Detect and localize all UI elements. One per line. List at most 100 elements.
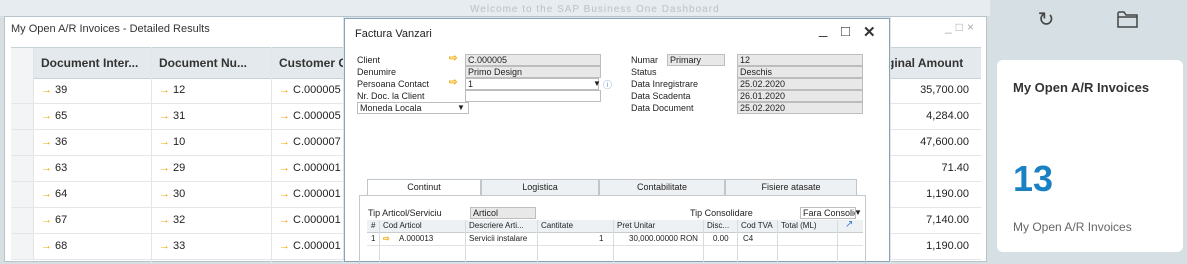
col-customer-code[interactable]: Customer C (279, 56, 347, 70)
tab-contabilitate[interactable]: Contabilitate (599, 179, 725, 195)
link-arrow-icon[interactable]: → (159, 162, 170, 174)
link-arrow-icon[interactable]: → (279, 240, 290, 252)
link-arrow-icon[interactable]: → (159, 214, 170, 226)
nr-doc-field[interactable] (465, 90, 601, 102)
chevron-down-icon[interactable]: ▼ (457, 103, 465, 112)
row-header[interactable] (11, 130, 34, 155)
tab-logistica[interactable]: Logistica (481, 179, 599, 195)
minimize-icon[interactable]: _ (945, 20, 956, 34)
chevron-down-icon[interactable]: ▼ (593, 79, 601, 88)
line-description[interactable]: Servicii instalare (469, 234, 527, 243)
link-arrow-icon[interactable]: → (159, 84, 170, 96)
chevron-down-icon[interactable]: ▼ (854, 208, 862, 217)
status-field[interactable]: Deschis (737, 66, 863, 78)
number-field[interactable]: 12 (737, 54, 863, 66)
line-unit-price[interactable]: 30,000.00000 RON (629, 234, 698, 243)
currency-select[interactable]: Moneda Locala (357, 102, 469, 114)
line-col-number[interactable]: # (371, 221, 375, 230)
cell-customer-code[interactable]: → C.000001 (279, 214, 341, 226)
link-arrow-icon[interactable]: ⇨ (383, 234, 390, 243)
maximize-icon[interactable]: □ (956, 20, 967, 34)
close-icon[interactable]: ✕ (863, 23, 876, 41)
row-header[interactable] (11, 78, 34, 103)
info-icon[interactable]: ⓘ (603, 78, 612, 91)
row-header[interactable] (11, 104, 34, 129)
cell-document-internal[interactable]: → 36 (41, 136, 67, 148)
link-arrow-icon[interactable]: → (159, 136, 170, 148)
cell-customer-code[interactable]: → C.000007 (279, 136, 341, 148)
col-document-internal[interactable]: Document Inter... (41, 56, 138, 70)
col-original-amount[interactable]: ginal Amount (887, 56, 963, 70)
link-arrow-icon[interactable]: → (41, 214, 52, 226)
kpi-card-open-ar-invoices[interactable]: My Open A/R Invoices 13 My Open A/R Invo… (997, 60, 1183, 252)
series-field[interactable]: Primary (667, 54, 725, 66)
line-col-quantity[interactable]: Cantitate (541, 221, 573, 230)
line-col-total[interactable]: Total (ML) (781, 221, 817, 230)
expand-icon[interactable]: ↗ (845, 219, 853, 230)
contact-field[interactable]: 1 (465, 78, 599, 90)
line-col-unit-price[interactable]: Pret Unitar (617, 221, 655, 230)
tax-type-select[interactable]: Fara Consolida (800, 207, 856, 219)
cell-customer-code[interactable]: → C.000001 (279, 240, 341, 252)
cell-document-number[interactable]: → 31 (159, 110, 185, 122)
link-arrow-icon[interactable]: → (279, 84, 290, 96)
link-arrow-icon[interactable]: → (41, 84, 52, 96)
link-arrow-icon[interactable]: → (279, 110, 290, 122)
link-arrow-icon[interactable]: → (41, 240, 52, 252)
cell-document-number[interactable]: → 33 (159, 240, 185, 252)
link-arrow-icon[interactable]: → (41, 136, 52, 148)
cell-document-internal[interactable]: → 63 (41, 162, 67, 174)
cell-customer-code[interactable]: → C.000001 (279, 162, 341, 174)
line-col-description[interactable]: Descriere Arti... (469, 221, 524, 230)
cell-document-number[interactable]: → 32 (159, 214, 185, 226)
due-date-field[interactable]: 26.01.2020 (737, 90, 863, 102)
refresh-icon[interactable]: ↻ (1034, 8, 1058, 32)
line-col-discount[interactable]: Disc... (707, 221, 729, 230)
row-header[interactable] (11, 156, 34, 181)
cell-customer-code[interactable]: → C.000005 (279, 84, 341, 96)
line-col-vat-code[interactable]: Cod TVA (741, 221, 773, 230)
line-quantity[interactable]: 1 (599, 234, 603, 243)
link-arrow-icon[interactable]: → (159, 240, 170, 252)
cell-document-number[interactable]: → 10 (159, 136, 185, 148)
grid-corner[interactable] (11, 48, 34, 78)
link-arrow-icon[interactable]: → (41, 162, 52, 174)
line-item-code[interactable]: A.000013 (399, 234, 433, 243)
line-col-item-code[interactable]: Cod Articol (383, 221, 422, 230)
client-field[interactable]: C.000005 (465, 54, 601, 66)
minimize-icon[interactable]: _ (819, 21, 827, 38)
link-arrow-icon[interactable]: → (279, 162, 290, 174)
item-type-field[interactable]: Articol (470, 207, 536, 219)
cell-document-number[interactable]: → 12 (159, 84, 185, 96)
tab-continut[interactable]: Continut (367, 179, 481, 196)
line-discount[interactable]: 0.00 (713, 234, 729, 243)
link-arrow-icon[interactable]: ⇨ (449, 53, 457, 64)
col-document-number[interactable]: Document Nu... (159, 56, 247, 70)
row-header[interactable] (11, 208, 34, 233)
cell-customer-code[interactable]: → C.000001 (279, 188, 341, 200)
tab-fisiere-atasate[interactable]: Fisiere atasate (725, 179, 857, 195)
cell-document-number[interactable]: → 29 (159, 162, 185, 174)
link-arrow-icon[interactable]: → (279, 214, 290, 226)
link-arrow-icon[interactable]: → (279, 188, 290, 200)
cell-document-internal[interactable]: → 67 (41, 214, 67, 226)
document-date-field[interactable]: 25.02.2020 (737, 102, 863, 114)
row-header[interactable] (11, 182, 34, 207)
row-header[interactable] (11, 234, 34, 259)
cell-document-internal[interactable]: → 68 (41, 240, 67, 252)
line-item-row[interactable]: 1 ⇨ A.000013 Servicii instalare 1 30,000… (367, 233, 863, 246)
cell-customer-code[interactable]: → C.000005 (279, 110, 341, 122)
maximize-icon[interactable]: □ (841, 23, 850, 40)
cell-document-internal[interactable]: → 39 (41, 84, 67, 96)
link-arrow-icon[interactable]: ⇨ (449, 77, 457, 88)
folder-icon[interactable] (1116, 8, 1140, 32)
link-arrow-icon[interactable]: → (279, 136, 290, 148)
cell-document-internal[interactable]: → 64 (41, 188, 67, 200)
denumire-field[interactable]: Primo Design (465, 66, 601, 78)
cell-document-internal[interactable]: → 65 (41, 110, 67, 122)
close-icon[interactable]: × (967, 20, 978, 34)
link-arrow-icon[interactable]: → (41, 188, 52, 200)
line-vat-code[interactable]: C4 (743, 234, 753, 243)
link-arrow-icon[interactable]: → (41, 110, 52, 122)
link-arrow-icon[interactable]: → (159, 110, 170, 122)
